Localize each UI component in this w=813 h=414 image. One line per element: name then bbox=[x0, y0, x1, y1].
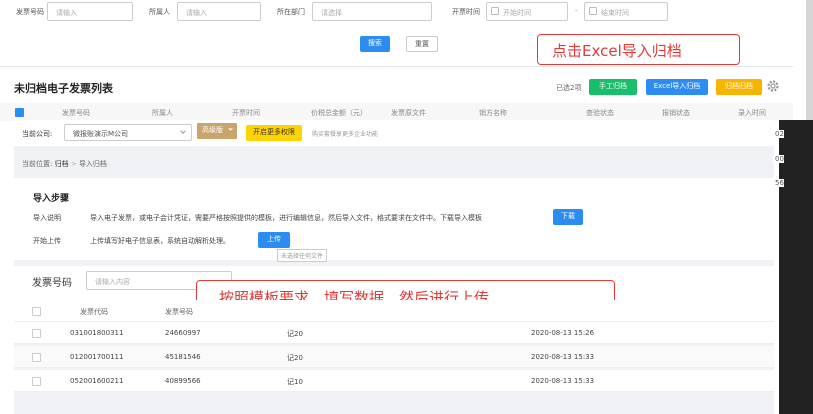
search-button[interactable]: 搜索 bbox=[360, 36, 390, 52]
end-date-input[interactable]: 结束时间 bbox=[584, 2, 668, 21]
col-entry-time: 录入时间 bbox=[738, 109, 766, 117]
cell-code: 012001700111 bbox=[70, 353, 124, 361]
edge-value: 56 bbox=[773, 179, 784, 187]
select-all-checkbox[interactable] bbox=[15, 108, 24, 117]
desc-label: 导入说明 bbox=[33, 214, 61, 222]
calendar-icon bbox=[589, 7, 597, 15]
cell-code: 031001800311 bbox=[70, 329, 124, 337]
company-select[interactable]: 微报账演示M公司 bbox=[64, 124, 192, 141]
edge-value: 02 bbox=[773, 130, 784, 138]
owner-input[interactable]: 请输入 bbox=[177, 2, 261, 21]
invoice-no-input[interactable]: 请输入 bbox=[47, 2, 133, 21]
gear-icon[interactable] bbox=[766, 79, 780, 93]
desc-text: 导入电子发票，或电子会计凭证，需要严格按照提供的模板，进行编辑信息，然后导入文件… bbox=[90, 214, 482, 222]
archive-button[interactable]: 归档归档 bbox=[716, 79, 762, 95]
col-invoice-no: 发票号码 bbox=[62, 109, 90, 117]
plan-badge: 高级版 bbox=[197, 123, 237, 139]
search-label: 发票号码 bbox=[32, 278, 72, 289]
row-checkbox[interactable] bbox=[32, 377, 41, 386]
col-seller: 销方名称 bbox=[479, 109, 507, 117]
dark-edge bbox=[779, 120, 813, 414]
dept-select[interactable]: 请选择 bbox=[312, 2, 432, 21]
col-date: 开票时间 bbox=[232, 109, 260, 117]
col-check-status: 查验状态 bbox=[586, 109, 614, 117]
edge-value: 00 bbox=[773, 155, 784, 163]
chevron-down-icon bbox=[180, 128, 186, 134]
upgrade-button[interactable]: 开启更多权限 bbox=[246, 125, 302, 141]
upload-tooltip: 未选择任何文件 bbox=[277, 249, 328, 262]
cell-number: 24660997 bbox=[165, 329, 201, 337]
col-reimburse-status: 报销状态 bbox=[662, 109, 690, 117]
cell-code: 052001600211 bbox=[70, 377, 124, 385]
col-amount: 价税总金额（元） bbox=[311, 109, 367, 117]
list-title: 未归档电子发票列表 bbox=[14, 82, 113, 95]
cell-voucher: 记10 bbox=[287, 378, 303, 386]
row-checkbox[interactable] bbox=[32, 329, 41, 338]
import-table-header bbox=[14, 300, 774, 322]
manual-archive-button[interactable]: 手工归档 bbox=[589, 79, 637, 95]
col-file: 发票原文件 bbox=[391, 109, 426, 117]
date-separator: - bbox=[575, 7, 578, 15]
end-date-placeholder: 结束时间 bbox=[601, 9, 629, 17]
table-select-all-checkbox[interactable] bbox=[32, 307, 41, 316]
cell-time: 2020-08-13 15:26 bbox=[531, 329, 595, 337]
start-date-placeholder: 开始时间 bbox=[503, 9, 531, 17]
row-checkbox[interactable] bbox=[32, 353, 41, 362]
company-value: 微报账演示M公司 bbox=[73, 130, 129, 138]
breadcrumb: 当前位置: 归档 > 导入归档 bbox=[22, 159, 107, 169]
dept-label: 所在部门 bbox=[277, 8, 305, 16]
breadcrumb-prefix: 当前位置: bbox=[22, 160, 53, 168]
breadcrumb-separator: > bbox=[70, 160, 77, 168]
col-owner: 所属人 bbox=[152, 109, 173, 117]
plan-badge-label: 高级版 bbox=[202, 126, 223, 134]
breadcrumb-import: 导入归档 bbox=[78, 160, 107, 168]
upload-button[interactable]: 上传 bbox=[258, 232, 290, 248]
table-row[interactable]: 012001700111 45181546 记20 2020-08-13 15:… bbox=[14, 346, 774, 368]
company-label: 当前公司: bbox=[22, 130, 53, 138]
date-label: 开票时间 bbox=[452, 8, 480, 16]
upload-label: 开始上传 bbox=[33, 237, 61, 245]
cell-number: 45181546 bbox=[165, 353, 201, 361]
col-invoice-code: 发票代码 bbox=[80, 308, 108, 316]
cell-voucher: 记20 bbox=[287, 330, 303, 338]
download-template-button[interactable]: 下载 bbox=[553, 209, 583, 225]
calendar-icon bbox=[491, 7, 499, 15]
upload-text: 上传填写好电子信息表，系统自动解析处理。 bbox=[90, 237, 230, 245]
cell-voucher: 记20 bbox=[287, 354, 303, 362]
cell-number: 40899566 bbox=[165, 377, 201, 385]
owner-label: 所属人 bbox=[149, 8, 170, 16]
chevron-down-icon bbox=[228, 126, 233, 131]
excel-import-button[interactable]: Excel导入归档 bbox=[646, 79, 708, 95]
cell-time: 2020-08-13 15:33 bbox=[531, 377, 595, 385]
invoice-no-label: 发票号码 bbox=[16, 8, 44, 16]
start-date-input[interactable]: 开始时间 bbox=[486, 2, 568, 21]
divider bbox=[0, 66, 793, 67]
breadcrumb-archive[interactable]: 归档 bbox=[55, 160, 69, 168]
table-row[interactable]: 031001800311 24660997 记20 2020-08-13 15:… bbox=[14, 322, 774, 344]
callout-excel-import: 点击Excel导入归档 bbox=[537, 34, 740, 65]
selected-count: 已选2项 bbox=[556, 84, 582, 92]
col-invoice-number: 发票号码 bbox=[165, 308, 193, 316]
table-row[interactable]: 052001600211 40899566 记10 2020-08-13 15:… bbox=[14, 370, 774, 392]
reset-button[interactable]: 重置 bbox=[406, 36, 438, 52]
steps-title: 导入步骤 bbox=[33, 194, 70, 204]
cell-time: 2020-08-13 15:33 bbox=[531, 353, 595, 361]
upgrade-hint: 购买套餐享更多企业功能 bbox=[312, 131, 379, 138]
